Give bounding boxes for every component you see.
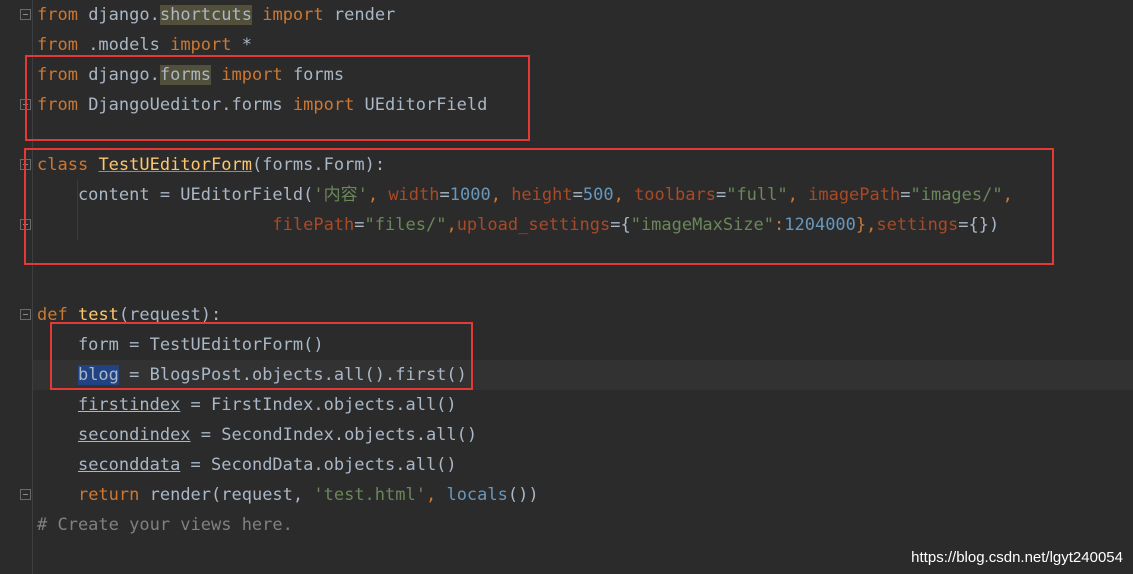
code-line-14: firstindex = FirstIndex.objects.all() <box>77 395 457 415</box>
code-line-15: secondindex = SecondIndex.objects.all() <box>77 425 478 445</box>
code-line-18: # Create your views here. <box>37 515 293 535</box>
code-line-16: seconddata = SecondData.objects.all() <box>77 455 457 475</box>
code-line-17: return render(request, 'test.html', loca… <box>77 485 539 505</box>
fold-icon[interactable] <box>20 309 31 320</box>
annotation-box-imports <box>25 55 530 141</box>
code-editor[interactable]: from django.shortcuts import render from… <box>0 0 1133 574</box>
annotation-box-view-vars <box>50 322 473 390</box>
annotation-box-form-class <box>24 148 1054 265</box>
fold-icon[interactable] <box>20 9 31 20</box>
code-line-1: from django.shortcuts import render <box>37 5 396 25</box>
watermark-url: https://blog.csdn.net/lgyt240054 <box>911 549 1123 566</box>
fold-icon[interactable] <box>20 489 31 500</box>
